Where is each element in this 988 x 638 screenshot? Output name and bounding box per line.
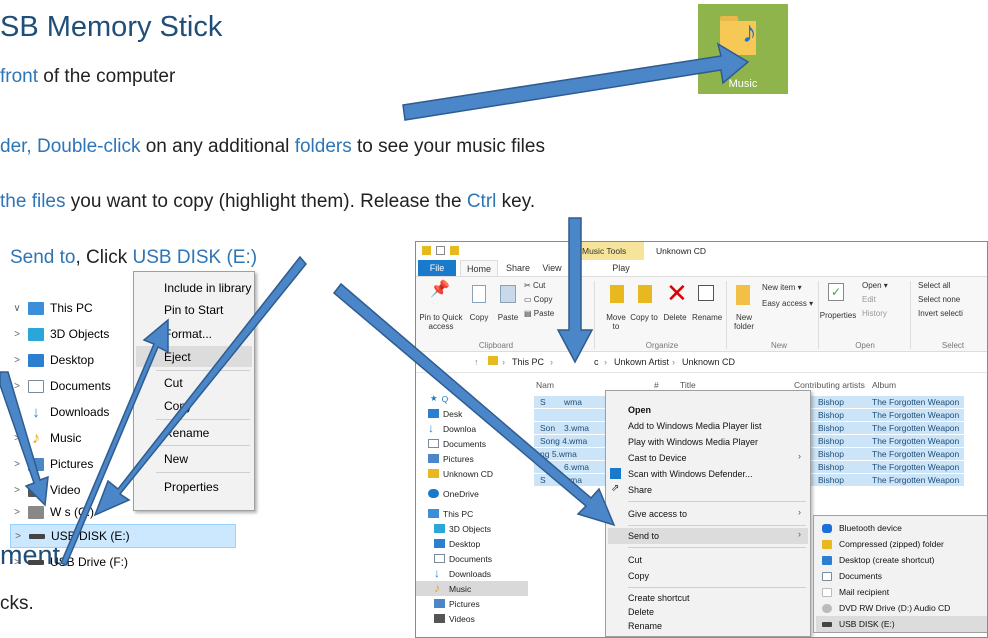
document-page: SB Memory Stick front of the computer de… — [0, 0, 988, 638]
arrow-left-stub — [0, 371, 49, 507]
arrow-to-file-list — [556, 217, 594, 364]
arrow-to-desktop-icon — [402, 42, 750, 121]
arrows-overlay — [0, 42, 750, 566]
arrow-to-usb-disk-tree — [93, 255, 307, 517]
arrow-to-eject — [60, 318, 169, 566]
